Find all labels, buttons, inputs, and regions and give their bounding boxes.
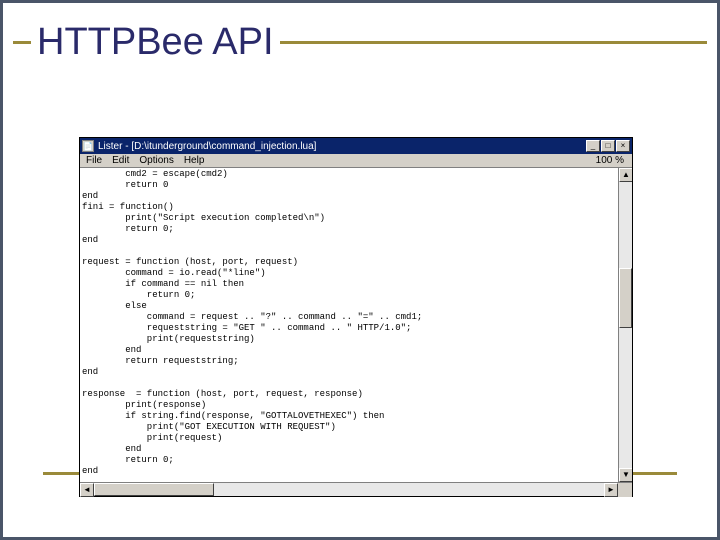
titlebar-text: Lister - [D:\itunderground\command_injec… — [98, 141, 586, 152]
scroll-right-button[interactable]: ► — [604, 483, 618, 497]
hscroll-track[interactable] — [94, 483, 604, 496]
title-rule-left — [13, 41, 31, 44]
menubar: File Edit Options Help 100 % — [80, 154, 632, 168]
hscroll-thumb[interactable] — [94, 483, 214, 496]
menu-help[interactable]: Help — [184, 155, 205, 166]
vertical-scrollbar[interactable]: ▲ ▼ — [618, 168, 632, 482]
title-row: HTTPBee API — [3, 3, 717, 68]
vscroll-track[interactable] — [619, 182, 632, 468]
window-controls: _ □ × — [586, 140, 630, 152]
title-rule-right — [280, 41, 707, 44]
app-icon[interactable]: 📄 — [82, 140, 94, 152]
code-viewer[interactable]: cmd2 = escape(cmd2) return 0 end fini = … — [80, 168, 618, 482]
scroll-up-button[interactable]: ▲ — [619, 168, 632, 182]
minimize-button[interactable]: _ — [586, 140, 600, 152]
editor-area: cmd2 = escape(cmd2) return 0 end fini = … — [80, 168, 632, 482]
horizontal-scrollbar[interactable]: ◄ ► — [80, 482, 632, 496]
menu-edit[interactable]: Edit — [112, 155, 129, 166]
slide: HTTPBee API 📄 Lister - [D:\itunderground… — [0, 0, 720, 540]
menu-options[interactable]: Options — [139, 155, 173, 166]
titlebar[interactable]: 📄 Lister - [D:\itunderground\command_inj… — [80, 138, 632, 154]
maximize-button[interactable]: □ — [601, 140, 615, 152]
zoom-level: 100 % — [596, 155, 626, 166]
scroll-left-button[interactable]: ◄ — [80, 483, 94, 497]
lister-window: 📄 Lister - [D:\itunderground\command_inj… — [79, 137, 633, 497]
close-button[interactable]: × — [616, 140, 630, 152]
scroll-down-button[interactable]: ▼ — [619, 468, 632, 482]
scroll-corner — [618, 483, 632, 497]
menu-file[interactable]: File — [86, 155, 102, 166]
page-title: HTTPBee API — [31, 21, 280, 64]
vscroll-thumb[interactable] — [619, 268, 632, 328]
